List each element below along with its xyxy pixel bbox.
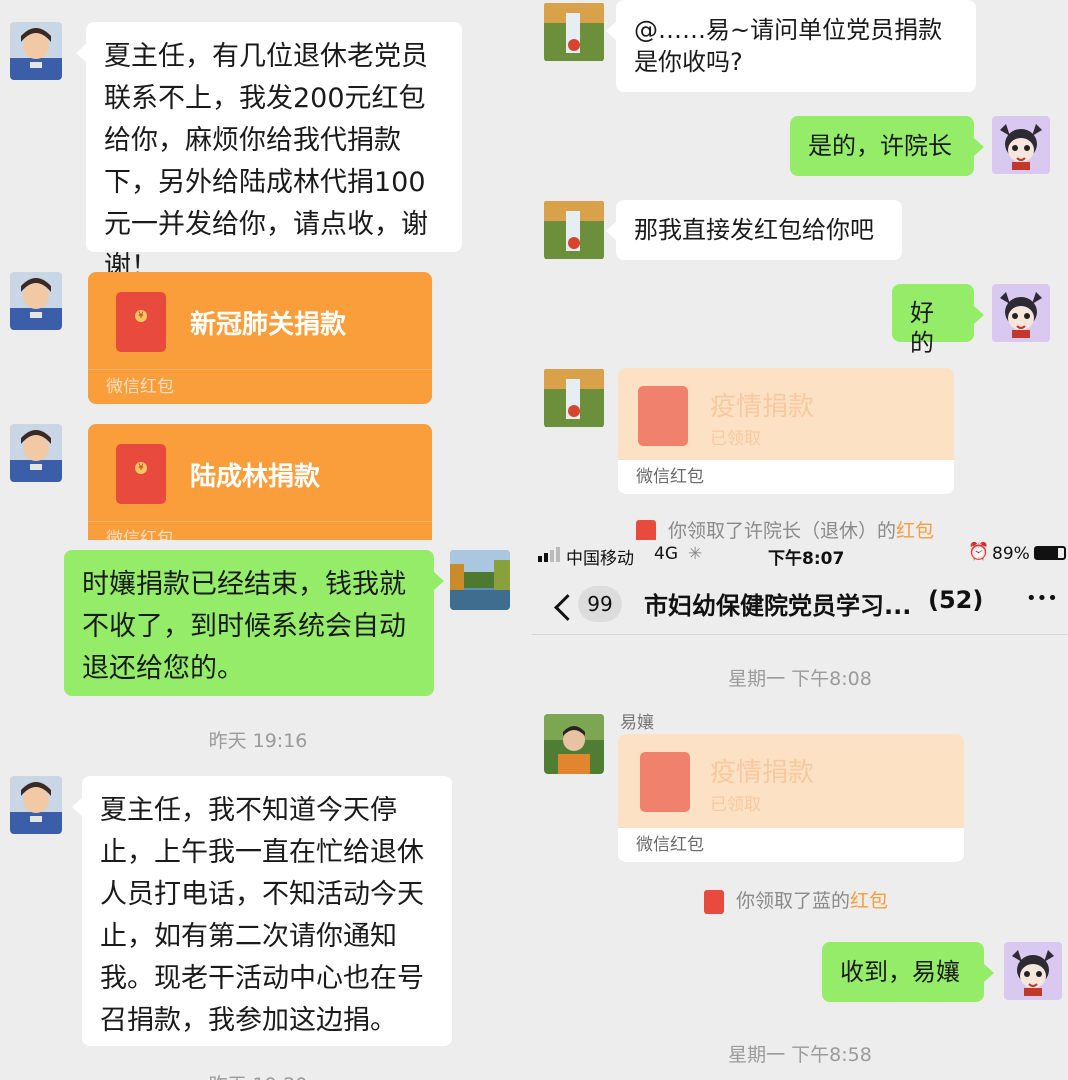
red-packet-title: 疫情捐款 (710, 758, 815, 788)
avatar-image (544, 368, 604, 428)
contact-avatar[interactable] (10, 424, 62, 482)
avatar-image (10, 272, 62, 330)
chat-panel-right-top: @……易~请问单位党员捐款是你收吗? 是的，许院长 那我直接发红包给你吧 好的 … (532, 0, 1068, 540)
timestamp: 昨天 19:20 (0, 1070, 516, 1080)
member-count: (52) (928, 586, 984, 614)
avatar-image (450, 550, 510, 610)
chat-title: 市妇幼保健院党员学习... (644, 592, 912, 620)
red-packet-icon (640, 752, 690, 812)
battery-label: 89% (992, 544, 1030, 564)
contact-avatar[interactable] (10, 22, 62, 80)
avatar-image (544, 714, 604, 774)
message-bubble[interactable]: 夏主任，我不知道今天停止，上午我一直在忙给退休人员打电话，不知活动今天止，如有第… (72, 776, 452, 1046)
message-bubble[interactable]: 那我直接发红包给你吧 (606, 200, 902, 260)
avatar-image (992, 284, 1050, 342)
red-packet-mini-icon (704, 889, 724, 914)
chat-panel-right-bottom: 中国移动 4G ✳ 下午8:07 ⏰ 89% 99 市妇幼保健院党员学习... … (532, 540, 1068, 1080)
system-notice: 你领取了许院长（退休）的红包 (636, 516, 934, 540)
self-avatar[interactable] (450, 550, 510, 610)
red-packet-status: 已领取 (710, 429, 761, 449)
network-label: 4G (654, 544, 678, 564)
red-packet-link[interactable]: 红包 (896, 520, 934, 540)
contact-avatar[interactable] (544, 714, 604, 774)
self-avatar[interactable] (992, 116, 1050, 174)
message-bubble[interactable]: @……易~请问单位党员捐款是你收吗? (606, 0, 976, 92)
system-notice-text: 你领取了许院长（退休）的 (668, 520, 897, 540)
message-bubble-sent[interactable]: 好的 (892, 284, 984, 357)
red-packet-status: 已领取 (710, 795, 761, 815)
sender-name: 易孃 (620, 713, 654, 733)
red-packet-title: 陆成林捐款 (190, 462, 321, 492)
avatar-image (1004, 942, 1062, 1000)
timestamp: 昨天 19:16 (208, 730, 308, 752)
red-packet-link[interactable]: 红包 (850, 890, 888, 912)
self-avatar[interactable] (1004, 942, 1062, 1000)
chevron-left-icon (554, 594, 581, 621)
red-packet-card[interactable]: ¥ 陆成林捐款 微信红包 (88, 424, 432, 540)
more-options-button[interactable]: ••• (1026, 588, 1058, 609)
chat-panel-left-top: 夏主任，有几位退休老党员联系不上，我发200元红包给你，麻烦你给我代捐款下，另外… (0, 0, 532, 540)
carrier-label: 中国移动 (566, 549, 634, 569)
red-packet-title: 疫情捐款 (710, 392, 815, 422)
signal-bars-icon (538, 546, 564, 562)
system-notice: 你领取了蓝的红包 (704, 886, 888, 914)
avatar-image (10, 776, 62, 834)
message-text: @……易~请问单位党员捐款是你收吗? (634, 16, 943, 76)
red-packet-title: 新冠肺关捐款 (190, 310, 347, 340)
contact-avatar[interactable] (544, 2, 604, 62)
red-packet-card-opened[interactable]: 疫情捐款 已领取 微信红包 (618, 734, 964, 862)
avatar-image (992, 116, 1050, 174)
message-text: 夏主任，我不知道今天停止，上午我一直在忙给退休人员打电话，不知活动今天止，如有第… (100, 795, 424, 1036)
contact-avatar[interactable] (544, 200, 604, 260)
message-bubble[interactable]: 夏主任，有几位退休老党员联系不上，我发200元红包给你，麻烦你给我代捐款下，另外… (76, 22, 462, 282)
system-notice-text: 你领取了蓝的 (736, 890, 851, 912)
avatar-image (544, 2, 604, 62)
timestamp: 星期一 下午8:58 (728, 1044, 872, 1066)
message-text: 时孃捐款已经结束，钱我就不收了，到时候系统会自动退还给您的。 (82, 569, 406, 684)
red-packet-icon: ¥ (116, 292, 166, 352)
red-packet-footer: 微信红包 (618, 460, 954, 494)
chat-panel-left-bottom: 时孃捐款已经结束，钱我就不收了，到时候系统会自动退还给您的。 昨天 19:16 … (0, 540, 532, 1080)
message-text: 那我直接发红包给你吧 (634, 216, 874, 244)
contact-avatar[interactable] (10, 776, 62, 834)
red-packet-mini-icon (636, 519, 656, 540)
contact-avatar[interactable] (544, 368, 604, 428)
message-text: 收到，易孃 (840, 958, 960, 986)
red-packet-footer: 微信红包 (618, 828, 964, 862)
loading-icon: ✳ (688, 544, 703, 564)
red-packet-footer: 微信红包 (88, 369, 432, 404)
avatar-image (10, 424, 62, 482)
avatar-image (10, 22, 62, 80)
message-text: 好的 (910, 299, 934, 357)
alarm-icon: ⏰ (968, 542, 990, 562)
red-packet-card[interactable]: ¥ 新冠肺关捐款 微信红包 (88, 272, 432, 404)
red-packet-footer: 微信红包 (88, 521, 432, 540)
timestamp: 星期一 下午8:08 (728, 668, 872, 690)
battery-icon (1034, 546, 1066, 560)
red-packet-icon (638, 386, 688, 446)
message-text: 是的，许院长 (808, 132, 952, 160)
message-bubble-sent[interactable]: 是的，许院长 (790, 116, 984, 176)
red-packet-card-opened[interactable]: 疫情捐款 已领取 微信红包 (618, 368, 954, 494)
message-bubble-sent[interactable]: 收到，易孃 (822, 942, 994, 1002)
red-packet-icon: ¥ (116, 444, 166, 504)
clock-label: 下午8:07 (768, 549, 845, 569)
unread-count-badge[interactable]: 99 (578, 586, 622, 622)
self-avatar[interactable] (992, 284, 1050, 342)
nav-divider (532, 634, 1068, 635)
message-bubble-sent[interactable]: 时孃捐款已经结束，钱我就不收了，到时候系统会自动退还给您的。 (64, 550, 444, 696)
avatar-image (544, 200, 604, 260)
message-text: 夏主任，有几位退休老党员联系不上，我发200元红包给你，麻烦你给我代捐款下，另外… (104, 41, 428, 282)
contact-avatar[interactable] (10, 272, 62, 330)
